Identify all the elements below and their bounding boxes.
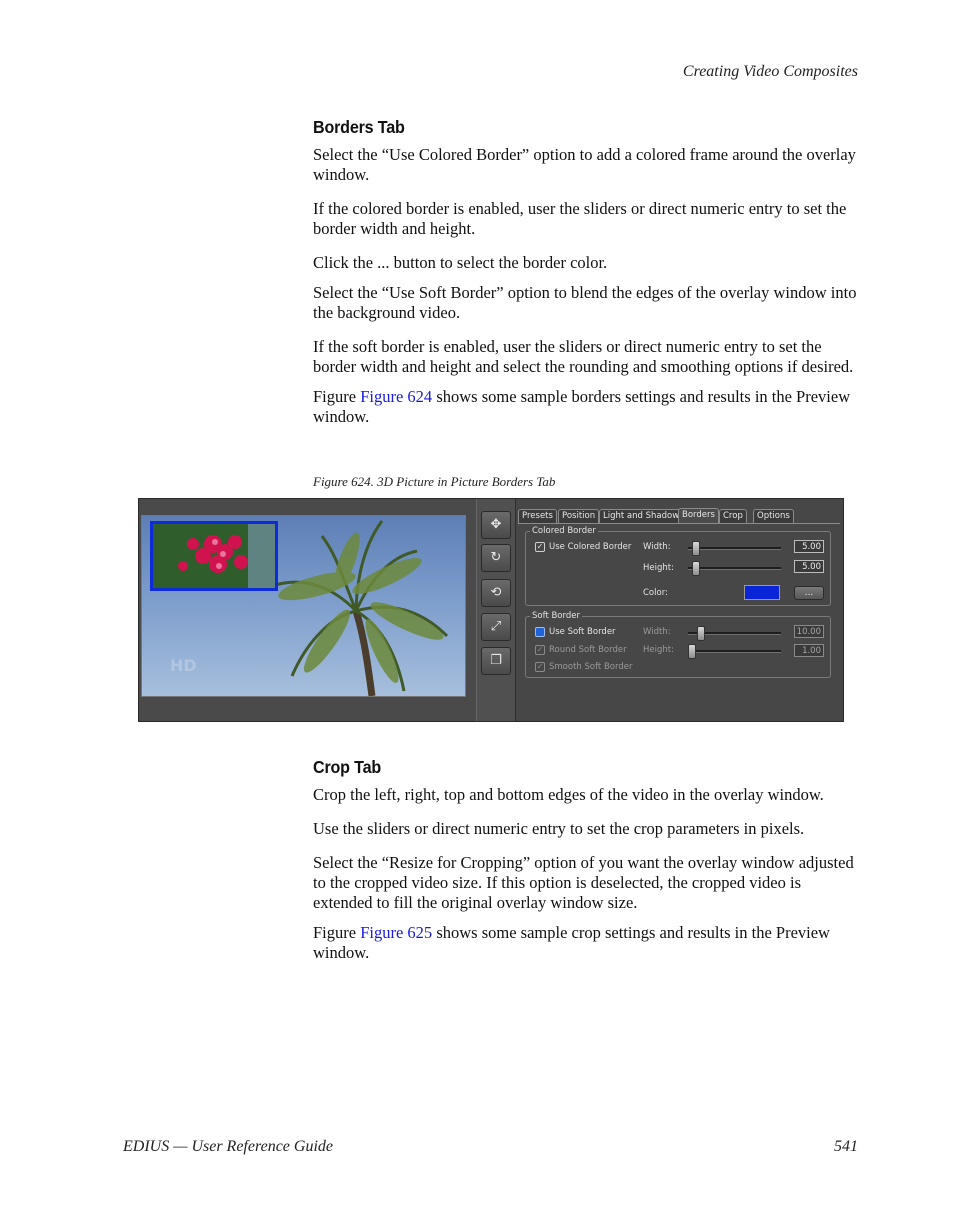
colored-border-title: Colored Border xyxy=(530,525,598,537)
soft-width-field[interactable]: 10.00 xyxy=(794,625,824,638)
tool-strip: ✥ ↻ ⟲ ⤢ ❐ xyxy=(476,499,517,721)
borders-paragraph-3: Click the ... button to select the borde… xyxy=(313,253,608,272)
colored-border-group: Colored Border ✓ Use Colored Border Widt… xyxy=(525,525,831,606)
borders-paragraph-4: Select the “Use Soft Border” option to b… xyxy=(313,283,857,322)
borders-section: Borders Tab Select the “Use Colored Bord… xyxy=(313,117,861,441)
color-label: Color: xyxy=(643,588,668,598)
bougainvillea-image xyxy=(153,524,275,588)
smooth-soft-border-label: Smooth Soft Border xyxy=(549,662,633,672)
crop-section: Crop Tab Crop the left, right, top and b… xyxy=(313,757,861,977)
use-colored-border-label: Use Colored Border xyxy=(549,542,632,552)
scale-icon[interactable]: ⤢ xyxy=(481,613,511,641)
soft-border-group: Soft Border Use Soft Border ✓ Round Soft… xyxy=(525,610,831,678)
overlay-window xyxy=(150,521,278,591)
spin-icon[interactable]: ⟲ xyxy=(481,579,511,607)
crop-paragraph-3: Select the “Resize for Cropping” option … xyxy=(313,853,854,912)
colored-height-slider-thumb[interactable] xyxy=(692,561,700,576)
borders-heading: Borders Tab xyxy=(313,117,405,137)
colored-width-slider-track[interactable] xyxy=(688,547,781,550)
rotate-icon[interactable]: ↻ xyxy=(481,544,511,572)
soft-height-slider-track[interactable] xyxy=(688,650,781,653)
colored-height-field[interactable]: 5.00 xyxy=(794,560,824,573)
figure-624-link[interactable]: Figure 624 xyxy=(360,387,432,406)
crop-heading: Crop Tab xyxy=(313,757,381,777)
soft-height-slider-thumb[interactable] xyxy=(688,644,696,659)
layer-icon[interactable]: ❐ xyxy=(481,647,511,675)
use-soft-border-checkbox[interactable] xyxy=(535,627,545,637)
tab-options[interactable]: Options xyxy=(753,509,794,523)
colored-width-field[interactable]: 5.00 xyxy=(794,540,824,553)
svg-text:HD: HD xyxy=(170,656,197,675)
soft-width-slider-thumb[interactable] xyxy=(697,626,705,641)
tab-presets[interactable]: Presets xyxy=(518,509,557,523)
colored-height-label: Height: xyxy=(643,563,674,573)
soft-width-label: Width: xyxy=(643,627,671,637)
footer-title: EDIUS — User Reference Guide xyxy=(123,1138,334,1155)
borders-paragraph-2: If the colored border is enabled, user t… xyxy=(313,199,847,238)
move-icon[interactable]: ✥ xyxy=(481,511,511,539)
borders-paragraph-5: If the soft border is enabled, user the … xyxy=(313,337,854,376)
page-number: 541 xyxy=(834,1138,858,1155)
tab-light-and-shadow[interactable]: Light and Shadow xyxy=(599,509,684,523)
colored-width-slider-thumb[interactable] xyxy=(692,541,700,556)
color-picker-button[interactable]: ... xyxy=(794,586,824,600)
smooth-soft-border-checkbox[interactable]: ✓ xyxy=(535,662,545,672)
settings-panel: Presets Position Light and Shadow Border… xyxy=(516,499,843,721)
figure-caption: Figure 624. 3D Picture in Picture Border… xyxy=(313,474,556,489)
use-soft-border-label: Use Soft Border xyxy=(549,627,616,637)
colored-width-label: Width: xyxy=(643,542,671,552)
colored-height-slider-track[interactable] xyxy=(688,567,781,570)
text: Figure xyxy=(313,923,361,942)
tab-borders[interactable]: Borders xyxy=(678,508,719,524)
soft-height-label: Height: xyxy=(643,645,674,655)
tab-crop[interactable]: Crop xyxy=(719,509,747,523)
crop-paragraph-2: Use the sliders or direct numeric entry … xyxy=(313,819,805,838)
round-soft-border-label: Round Soft Border xyxy=(549,645,627,655)
text: Figure xyxy=(313,387,361,406)
running-head: Creating Video Composites xyxy=(682,63,858,80)
use-colored-border-checkbox[interactable]: ✓ xyxy=(535,542,545,552)
borders-paragraph-6: Figure Figure 624 shows some sample bord… xyxy=(313,387,861,427)
preview-window: HD xyxy=(141,515,466,697)
border-color-swatch[interactable] xyxy=(744,585,780,600)
borders-paragraph-1: Select the “Use Colored Border” option t… xyxy=(313,145,856,184)
borders-tab-screenshot: HD ✥ ↻ ⟲ ⤢ ❐ Presets Position Light and … xyxy=(138,498,844,722)
round-soft-border-checkbox[interactable]: ✓ xyxy=(535,645,545,655)
crop-paragraph-4: Figure Figure 625 shows some sample crop… xyxy=(313,923,861,963)
soft-height-field[interactable]: 1.00 xyxy=(794,644,824,657)
figure-625-link[interactable]: Figure 625 xyxy=(360,923,432,942)
tab-underline xyxy=(518,523,840,524)
soft-border-title: Soft Border xyxy=(530,610,582,622)
crop-paragraph-1: Crop the left, right, top and bottom edg… xyxy=(313,785,824,804)
tab-position[interactable]: Position xyxy=(558,509,600,523)
